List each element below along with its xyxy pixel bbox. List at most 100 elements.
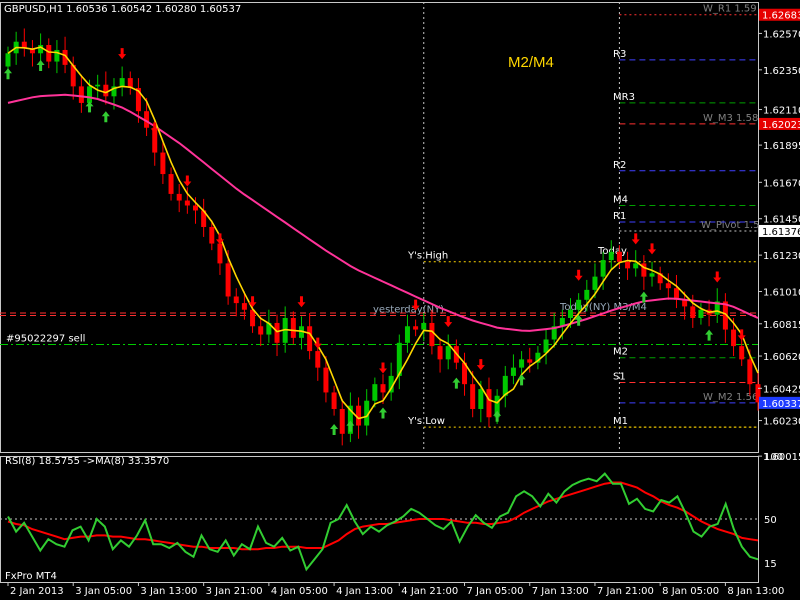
candle-body-25 <box>209 227 215 244</box>
sell-arrow-icon-2 <box>183 175 192 187</box>
candle-body-4 <box>38 45 44 54</box>
candle-body-91 <box>747 359 753 385</box>
mt4-chart-window: W_R1 1.59 R3 MR3 W_M3 1.58 R2 M4 R1 W_Pivot 1.5… <box>0 0 800 600</box>
candle-body-21 <box>176 193 182 201</box>
buy-arrow-icon-0 <box>4 68 12 80</box>
sell-arrow-icon-7 <box>379 362 387 374</box>
rsi-subwindow[interactable]: 100 50 15 <box>0 452 783 572</box>
sell-arrow-icon-11 <box>574 269 583 281</box>
candle-body-79 <box>649 273 655 277</box>
sell-arrow-icon-13 <box>648 243 657 255</box>
buy-arrow-icon-6 <box>379 407 387 419</box>
candle-body-62 <box>510 367 516 376</box>
time-tick-label-11: 8 Jan 13:00 <box>727 586 784 597</box>
candle-body-69 <box>568 309 573 318</box>
buy-arrow-icon-2 <box>85 101 94 113</box>
candle-body-53 <box>437 346 443 360</box>
candle-body-84 <box>690 306 696 318</box>
candle-body-33 <box>274 322 280 343</box>
symbol-info: GBPUSD,H1 1.60536 1.60542 1.60280 1.6053… <box>4 4 241 15</box>
candle-body-38 <box>315 351 321 368</box>
level-label-15: Y's Low <box>407 416 445 427</box>
price-tick-label-0: 1.62570 <box>763 29 800 40</box>
buy-arrow-icon-7 <box>452 377 461 389</box>
time-tick-label-10: 8 Jan 05:00 <box>662 586 719 597</box>
candle-body-31 <box>258 326 264 335</box>
candle-body-39 <box>323 367 329 393</box>
buy-arrow-icon-3 <box>101 111 110 123</box>
candle-body-23 <box>193 205 198 211</box>
level-label-3: W_M3 1.58 <box>703 113 758 124</box>
candle-body-73 <box>600 260 606 277</box>
candle-body-76 <box>625 261 631 269</box>
buy-arrow-icon-12 <box>705 329 714 341</box>
signal-arrows <box>4 48 746 435</box>
level-label-0: W_R1 1.59 <box>703 4 757 15</box>
sell-arrow-icon-9 <box>444 316 453 328</box>
candle-body-74 <box>608 251 614 261</box>
time-tick-label-4: 4 Jan 05:00 <box>271 586 328 597</box>
price-tick-label-11: 1.60230 <box>763 417 800 428</box>
candle-body-12 <box>103 84 109 97</box>
level-label-11: #95022297 sell <box>6 333 85 344</box>
rsi-tick-label-1: 50 <box>764 515 777 526</box>
time-tick-label-1: 3 Jan 05:00 <box>75 586 132 597</box>
time-tick-label-0: 2 Jan 2013 <box>10 586 64 597</box>
candle-body-26 <box>217 243 223 264</box>
time-tick-label-3: 3 Jan 21:00 <box>206 586 263 597</box>
candle-body-5 <box>46 45 52 62</box>
price-tick-label-9: 1.60620 <box>763 352 800 363</box>
level-lines: W_R1 1.59R3MR3W_M3 1.58R2M4R1W_Pivot 1.5… <box>0 4 760 428</box>
rsi-tick-label-0: 100 <box>764 452 783 463</box>
price-tick-label-10: 1.60425 <box>763 384 800 395</box>
buy-arrow-icon-4 <box>330 423 339 435</box>
candle-body-75 <box>616 251 622 262</box>
candle-body-50 <box>413 326 419 330</box>
price-box-label-3: 1.60337 <box>762 399 800 410</box>
candle-body-20 <box>168 174 174 194</box>
candle-body-22 <box>184 200 190 206</box>
time-tick-label-6: 4 Jan 21:00 <box>401 586 458 597</box>
price-tick-label-4: 1.61670 <box>763 178 800 189</box>
price-box-label-1: 1.62023 <box>762 120 800 131</box>
candle-body-77 <box>633 263 639 269</box>
price-tick-label-2: 1.62110 <box>763 106 800 117</box>
candle-body-40 <box>331 392 337 409</box>
time-tick-label-2: 3 Jan 13:00 <box>140 586 197 597</box>
sell-arrow-icon-6 <box>313 337 322 349</box>
rsi-ma-line <box>7 481 759 551</box>
sell-arrow-icon-5 <box>297 296 306 308</box>
candles[interactable] <box>5 28 761 446</box>
sell-arrow-icon-12 <box>631 233 640 245</box>
price-tick-label-6: 1.61230 <box>763 251 800 262</box>
candle-body-90 <box>739 346 745 360</box>
level-label-4: R2 <box>613 160 626 171</box>
level-label-2: MR3 <box>613 92 635 103</box>
level-label-12: M2 <box>613 347 628 358</box>
rsi-line <box>7 472 759 572</box>
buy-arrow-icon-1 <box>36 60 45 72</box>
candle-body-81 <box>665 283 671 289</box>
price-tick-label-5: 1.61450 <box>763 215 800 226</box>
chart-canvas[interactable]: W_R1 1.59R3MR3W_M3 1.58R2M4R1W_Pivot 1.5… <box>0 0 800 600</box>
price-tick-label-8: 1.60815 <box>763 320 800 331</box>
level-label-5: M4 <box>613 194 628 205</box>
candle-body-89 <box>731 329 737 347</box>
candle-body-11 <box>95 84 101 87</box>
candle-body-70 <box>576 299 582 310</box>
candle-body-29 <box>241 303 247 310</box>
rsi-tick-label-2: 15 <box>764 559 777 570</box>
rsi-title: RSI(8) 18.5755 ->MA(8) 33.3570 <box>5 456 169 467</box>
candle-body-14 <box>119 78 125 87</box>
level-label-16: M1 <box>613 416 628 427</box>
buy-arrow-icon-8 <box>493 410 502 422</box>
candle-body-37 <box>307 326 313 352</box>
time-tick-label-9: 7 Jan 21:00 <box>597 586 654 597</box>
price-tick-label-7: 1.61010 <box>763 288 800 299</box>
candle-body-27 <box>225 263 231 297</box>
price-tick-label-1: 1.62350 <box>763 66 800 77</box>
sell-arrow-icon-0 <box>118 48 127 60</box>
candle-body-0 <box>5 53 11 67</box>
candle-body-71 <box>584 289 590 300</box>
sell-arrow-icon-14 <box>713 271 722 283</box>
